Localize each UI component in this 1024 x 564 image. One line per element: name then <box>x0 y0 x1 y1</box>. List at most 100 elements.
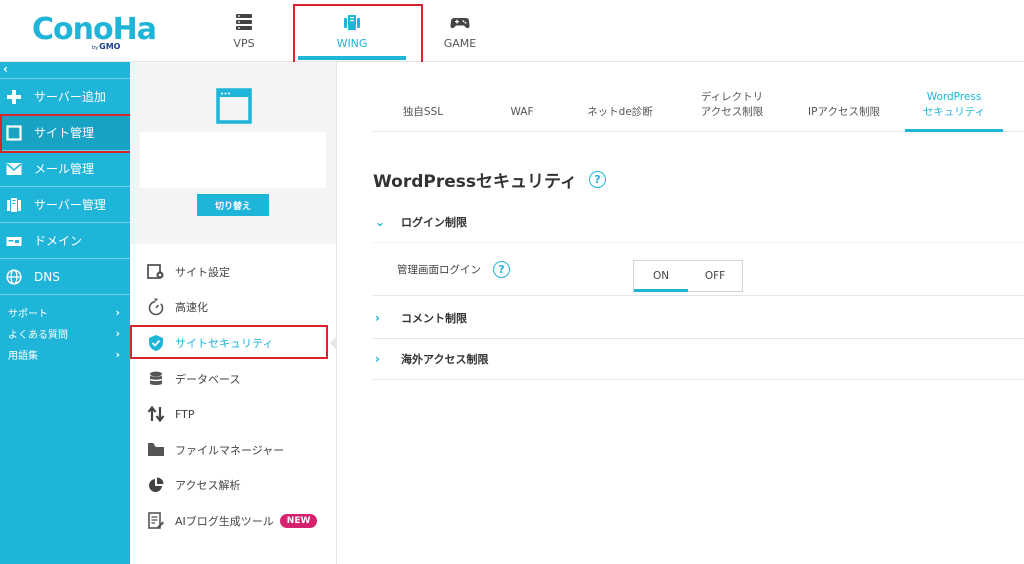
site-menu-label: データベース <box>175 372 241 386</box>
site-menu-label: ファイルマネージャー <box>175 443 285 457</box>
subtab-custom-ssl[interactable]: 独自SSL <box>373 84 473 132</box>
tab-game[interactable]: GAME <box>430 0 490 62</box>
tab-vps[interactable]: VPS <box>214 0 274 62</box>
new-badge: NEW <box>279 513 318 528</box>
sidebar-link-label: サポート <box>8 309 48 320</box>
sidebar-item-add-server[interactable]: サーバー追加 <box>0 78 130 114</box>
chevron-right-icon: › <box>115 327 120 340</box>
subtab-label-line2: アクセス制限 <box>700 106 764 118</box>
subtab-wordpress-security[interactable]: WordPress セキュリティ <box>905 84 1003 132</box>
browser-window-icon <box>216 88 252 124</box>
sidebar-link-label: よくある質問 <box>8 330 68 341</box>
site-menu-label: FTP <box>175 407 195 421</box>
site-menu-item-ftp[interactable]: FTP <box>130 396 336 432</box>
sidebar-link-label: 用語集 <box>8 351 38 362</box>
subtab-label: ネットde診断 <box>587 106 653 118</box>
subtab-directory-access[interactable]: ディレクトリ アクセス制限 <box>669 84 795 132</box>
site-menu: サイト設定 高速化 サイトセキュリティ データベース FTP ファイルマネージャ… <box>130 254 336 539</box>
section-title: 海外アクセス制限 <box>401 353 489 366</box>
toggle-on-button[interactable]: ON <box>634 261 688 292</box>
section-title: コメント制限 <box>401 312 467 325</box>
switch-site-button[interactable]: 切り替え <box>197 194 269 216</box>
site-menu-item-analytics[interactable]: アクセス解析 <box>130 468 336 504</box>
subtab-label-line2: セキュリティ <box>922 106 986 118</box>
highlight-box-site-management <box>0 114 134 153</box>
sidebar-item-dns[interactable]: DNS <box>0 258 130 294</box>
document-edit-icon <box>147 512 165 530</box>
help-icon[interactable]: ? <box>493 260 510 278</box>
sidebar-link-glossary[interactable]: 用語集 › <box>0 344 130 365</box>
security-subtabs: 独自SSL WAF ネットde診断 ディレクトリ アクセス制限 IPアクセス制限… <box>373 84 1024 132</box>
conoha-logo[interactable]: ConoHa byGMO <box>32 12 157 52</box>
site-menu-label: AIブログ生成ツール <box>175 514 274 528</box>
chevron-right-icon: › <box>375 352 380 366</box>
section-header-overseas[interactable]: › 海外アクセス制限 <box>373 339 1024 379</box>
mail-icon <box>6 161 22 177</box>
server-manage-icon <box>6 197 22 213</box>
site-menu-label: 高速化 <box>175 301 208 315</box>
main-content: 独自SSL WAF ネットde診断 ディレクトリ アクセス制限 IPアクセス制限… <box>337 62 1024 564</box>
sidebar-item-label: サーバー追加 <box>34 90 106 104</box>
subtab-waf[interactable]: WAF <box>473 84 571 132</box>
subtab-ip-access[interactable]: IPアクセス制限 <box>795 84 893 132</box>
chevron-right-icon: › <box>375 311 380 325</box>
sidebar-item-mail-management[interactable]: メール管理 <box>0 150 130 186</box>
gamepad-icon <box>450 17 470 28</box>
database-icon <box>147 370 165 388</box>
chevron-right-icon: › <box>115 348 120 361</box>
site-menu-item-file-manager[interactable]: ファイルマネージャー <box>130 432 336 468</box>
sidebar-item-label: メール管理 <box>34 162 95 176</box>
admin-login-toggle: ON OFF <box>633 260 743 292</box>
subtab-label-line1: WordPress <box>926 91 982 103</box>
site-panel: 切り替え サイト設定 高速化 サイトセキュリティ データベース FTP ファイル… <box>130 62 337 564</box>
folder-icon <box>147 441 165 459</box>
highlight-box-wing <box>293 4 423 66</box>
site-menu-label: アクセス解析 <box>175 479 241 493</box>
globe-icon <box>6 268 22 285</box>
chevron-down-icon: ⌄ <box>375 215 386 229</box>
page-title-text: WordPressセキュリティ <box>373 172 577 192</box>
site-menu-item-speedup[interactable]: 高速化 <box>130 290 336 326</box>
sidebar-link-faq[interactable]: よくある質問 › <box>0 323 130 344</box>
sidebar-item-domain[interactable]: ドメイン <box>0 222 130 258</box>
pie-chart-icon <box>147 476 165 494</box>
subtab-label-line1: ディレクトリ <box>700 91 764 103</box>
plus-icon <box>6 89 22 105</box>
toggle-off-button[interactable]: OFF <box>688 261 742 291</box>
subtab-label: IPアクセス制限 <box>808 106 880 118</box>
highlight-box-site-security <box>130 325 328 359</box>
subtab-label: WAF <box>510 106 534 118</box>
sidebar-item-server-management[interactable]: サーバー管理 <box>0 186 130 222</box>
tab-game-label: GAME <box>443 36 477 50</box>
sidebar-item-label: DNS <box>34 269 60 284</box>
chevron-right-icon: › <box>115 306 120 319</box>
subtab-label: 独自SSL <box>402 106 444 118</box>
admin-login-label: 管理画面ログイン <box>397 263 481 276</box>
site-name-box <box>140 132 326 188</box>
tab-vps-label: VPS <box>233 36 255 50</box>
section-overseas-access[interactable]: › 海外アクセス制限 <box>373 339 1024 380</box>
sidebar-item-label: ドメイン <box>34 234 83 248</box>
page-title: WordPressセキュリティ ? <box>373 167 606 192</box>
section-header-comment[interactable]: › コメント制限 <box>373 298 1024 338</box>
site-menu-item-settings[interactable]: サイト設定 <box>130 254 336 290</box>
subtab-net-diagnosis[interactable]: ネットde診断 <box>571 84 669 132</box>
sidebar-link-support[interactable]: サポート › <box>0 302 130 323</box>
panel-pointer <box>330 337 336 349</box>
help-icon[interactable]: ? <box>588 171 606 188</box>
section-title: ログイン制限 <box>401 216 467 229</box>
section-comment-restriction[interactable]: › コメント制限 <box>373 298 1024 339</box>
transfer-arrows-icon <box>147 405 165 423</box>
stopwatch-icon <box>147 298 165 316</box>
settings-icon <box>147 263 165 281</box>
site-menu-label: サイト設定 <box>175 265 230 279</box>
sidebar-divider <box>0 294 130 302</box>
site-menu-item-ai-blog[interactable]: AIブログ生成ツール NEW <box>130 503 336 539</box>
sidebar-item-label: サーバー管理 <box>34 198 106 212</box>
top-header: ConoHa byGMO VPS WING GAME <box>0 0 1024 62</box>
logo-gmo: byGMO <box>92 42 121 51</box>
section-header-login[interactable]: ⌄ ログイン制限 <box>373 202 1024 242</box>
site-card: 切り替え <box>130 62 336 244</box>
collapse-sidebar-button[interactable]: ‹ <box>0 62 130 78</box>
site-menu-item-database[interactable]: データベース <box>130 361 336 397</box>
